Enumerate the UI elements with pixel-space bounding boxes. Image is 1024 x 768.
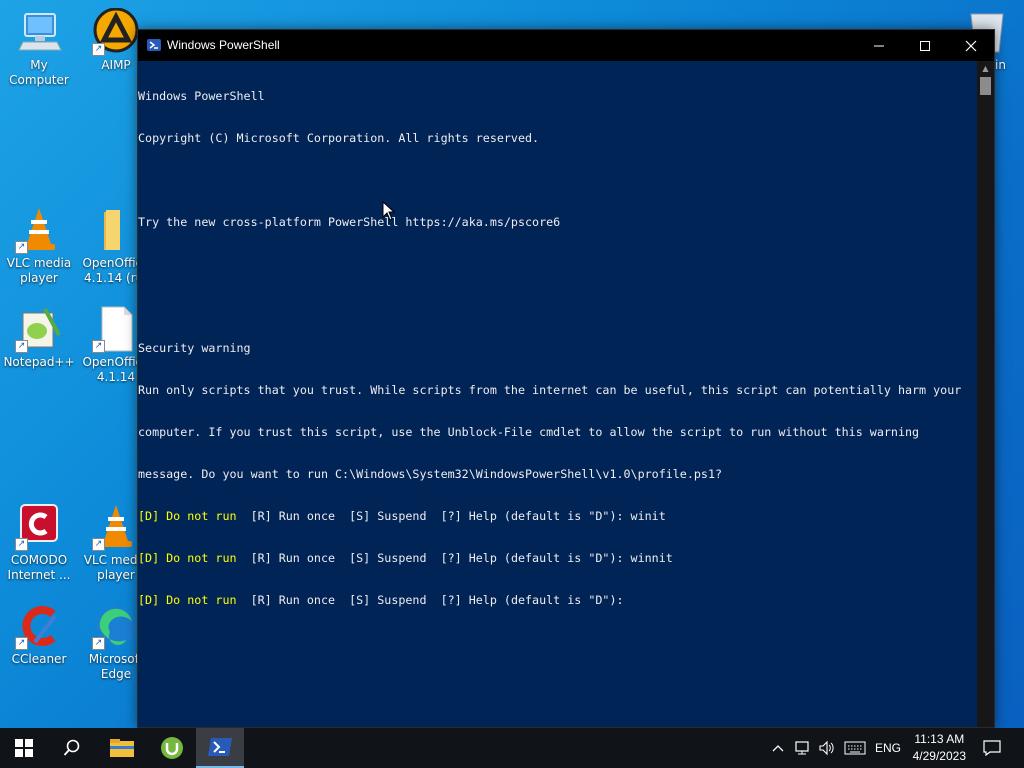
desktop-icon-my-computer[interactable]: My Computer [0,8,78,88]
taskbar-utorrent[interactable] [148,728,196,768]
prompt-options: [R] Run once [S] Suspend [?] Help (defau… [236,509,666,523]
shortcut-arrow-icon: ↗ [15,637,28,650]
ccleaner-icon: ↗ [15,602,63,650]
shortcut-arrow-icon: ↗ [15,538,28,551]
console-line: Try the new cross-platform PowerShell ht… [138,215,561,229]
language-indicator[interactable]: ENG [872,728,904,768]
desktop-icon-vlc[interactable]: ↗ VLC media player [0,206,78,286]
desktop-icon-label: CCleaner [11,652,67,666]
taskbar-powershell[interactable] [196,728,244,768]
vlc-icon: ↗ [92,503,140,551]
console-prompt-line: [D] Do not run [R] Run once [S] Suspend … [138,593,977,607]
shortcut-arrow-icon: ↗ [15,340,28,353]
prompt-options: [R] Run once [S] Suspend [?] Help (defau… [236,593,624,607]
clock-date: 4/29/2023 [912,749,966,763]
console-line: message. Do you want to run C:\Windows\S… [138,467,723,481]
window-title: Windows PowerShell [167,38,280,52]
desktop-icon-notepadpp[interactable]: ↗ Notepad++ [0,305,78,370]
console-prompt-line: [D] Do not run [R] Run once [S] Suspend … [138,551,977,565]
console-line: Copyright (C) Microsoft Corporation. All… [138,131,540,145]
start-button[interactable] [0,728,48,768]
vertical-scrollbar[interactable]: ▲ [977,61,994,727]
clock-time: 11:13 AM [914,732,965,746]
scroll-up-arrow-icon[interactable]: ▲ [977,61,994,77]
minimize-button[interactable] [856,30,902,61]
shortcut-arrow-icon: ↗ [92,340,105,353]
search-icon [63,739,80,756]
powershell-icon [208,738,232,756]
shortcut-arrow-icon: ↗ [92,538,105,551]
network-icon[interactable] [792,728,814,768]
title-bar[interactable]: Windows PowerShell [138,30,994,61]
search-button[interactable] [48,728,96,768]
desktop-icon-label: VLC media player [6,256,72,285]
prompt-options: [R] Run once [S] Suspend [?] Help (defau… [236,551,673,565]
notification-icon[interactable] [976,728,1008,768]
maximize-button[interactable] [902,30,948,61]
prompt-default-option: [D] Do not run [138,551,237,565]
console-prompt-line: [D] Do not run [R] Run once [S] Suspend … [138,509,977,523]
tray-chevron-icon[interactable] [768,728,788,768]
console-line: Security warning [138,341,251,355]
taskbar: ENG 11:13 AM 4/29/2023 [0,728,1024,768]
aimp-icon: ↗ [92,7,140,56]
start-icon [15,739,33,757]
vlc-icon: ↗ [15,206,63,254]
desktop-icon-label: Notepad++ [3,355,75,369]
console-output[interactable]: Windows PowerShell Copyright (C) Microso… [138,61,977,727]
computer-icon [15,8,63,56]
folder-icon [92,206,140,254]
edge-icon: ↗ [92,602,140,650]
shortcut-arrow-icon: ↗ [92,637,105,650]
document-icon: ↗ [92,305,140,353]
desktop: My Computer ↗ AIMP ↗ VLC media player Op… [0,0,1024,768]
desktop-icon-label: COMODO Internet ... [7,553,71,582]
taskbar-file-explorer[interactable] [98,728,146,768]
powershell-icon [147,39,161,51]
desktop-icon-label: My Computer [9,58,69,87]
keyboard-icon[interactable] [842,728,868,768]
volume-icon[interactable] [816,728,838,768]
utorrent-icon [161,737,183,759]
prompt-default-option: [D] Do not run [138,509,237,523]
scrollbar-thumb[interactable] [980,77,991,95]
clock[interactable]: 11:13 AM 4/29/2023 [913,731,966,765]
console-line: computer. If you trust this script, use … [138,425,920,439]
prompt-default-option: [D] Do not run [138,593,237,607]
console-line: Windows PowerShell [138,89,265,103]
file-explorer-icon [110,739,134,757]
comodo-icon: ↗ [15,503,63,551]
desktop-icon-ccleaner[interactable]: ↗ CCleaner [0,602,78,667]
desktop-icon-comodo[interactable]: ↗ COMODO Internet ... [0,503,78,583]
shortcut-arrow-icon: ↗ [92,43,105,56]
shortcut-arrow-icon: ↗ [15,241,28,254]
console-line: Run only scripts that you trust. While s… [138,383,962,397]
close-button[interactable] [948,30,994,61]
powershell-window[interactable]: Windows PowerShell Windows PowerShell Co… [137,29,995,728]
notepadpp-icon: ↗ [15,305,63,353]
